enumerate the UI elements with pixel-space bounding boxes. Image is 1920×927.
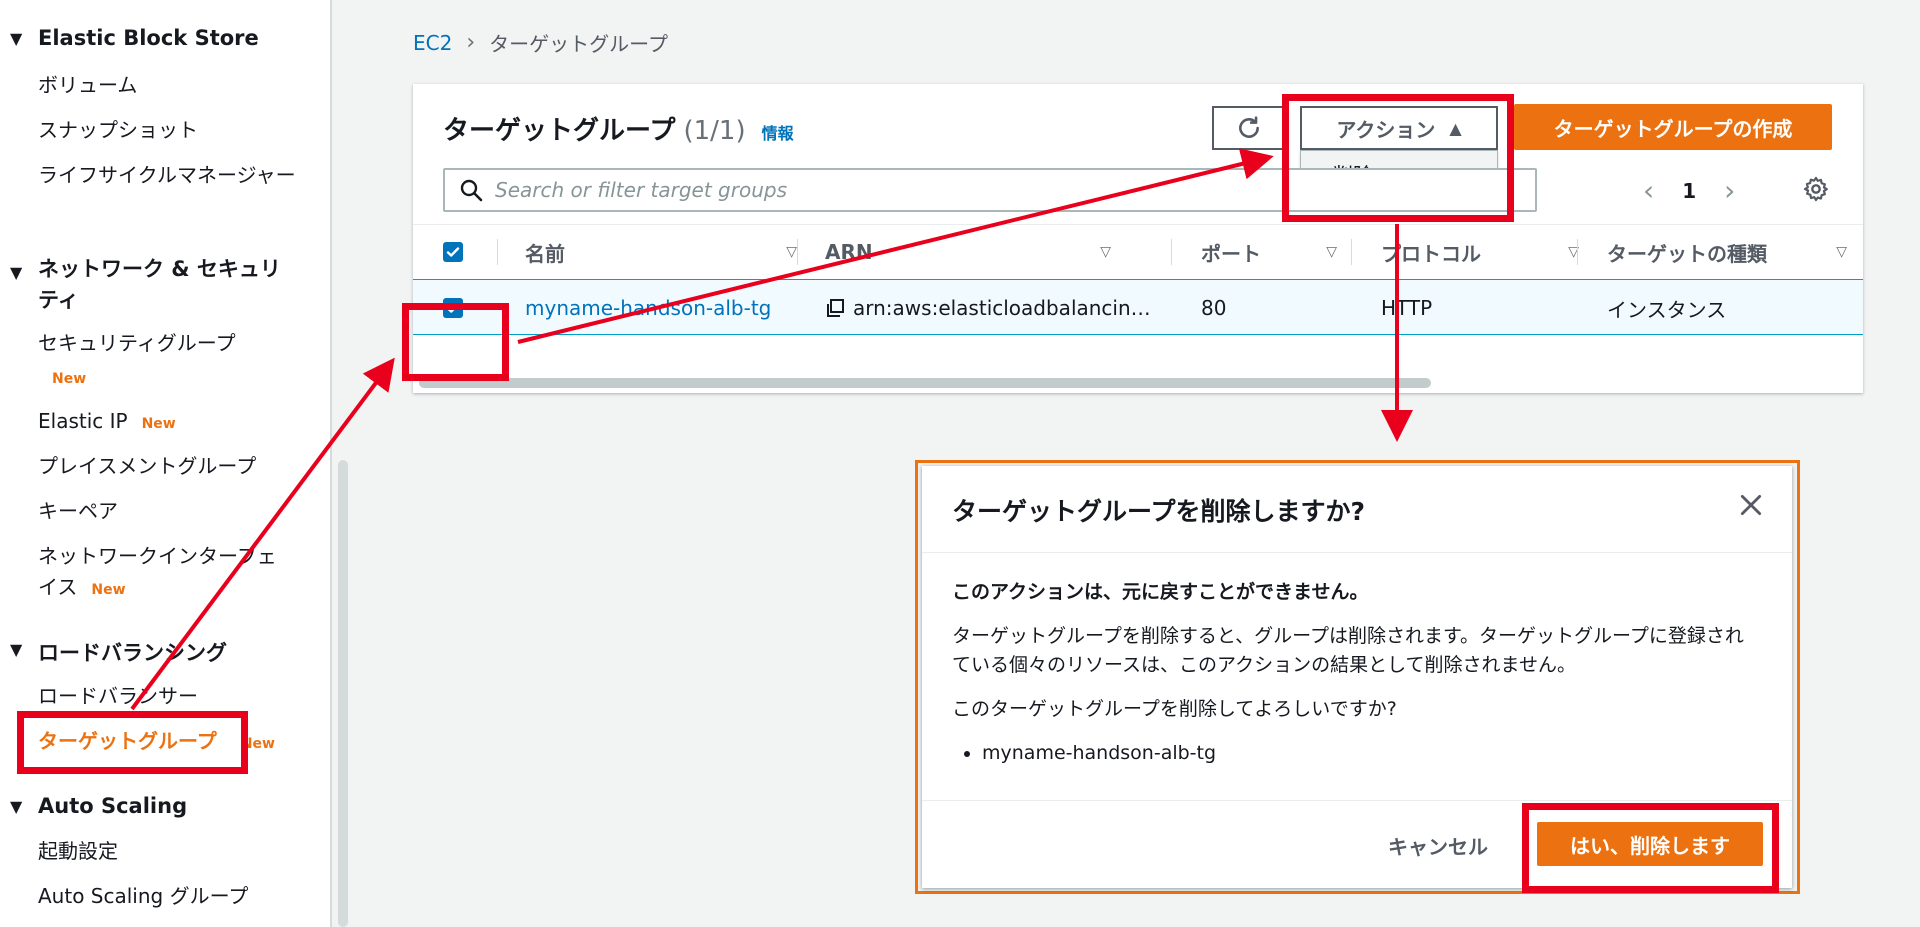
arrow-checkbox-to-actions: [517, 148, 1274, 344]
arrow-sidebar-to-checkbox: [130, 357, 395, 711]
annotation-arrows: [130, 148, 1413, 711]
